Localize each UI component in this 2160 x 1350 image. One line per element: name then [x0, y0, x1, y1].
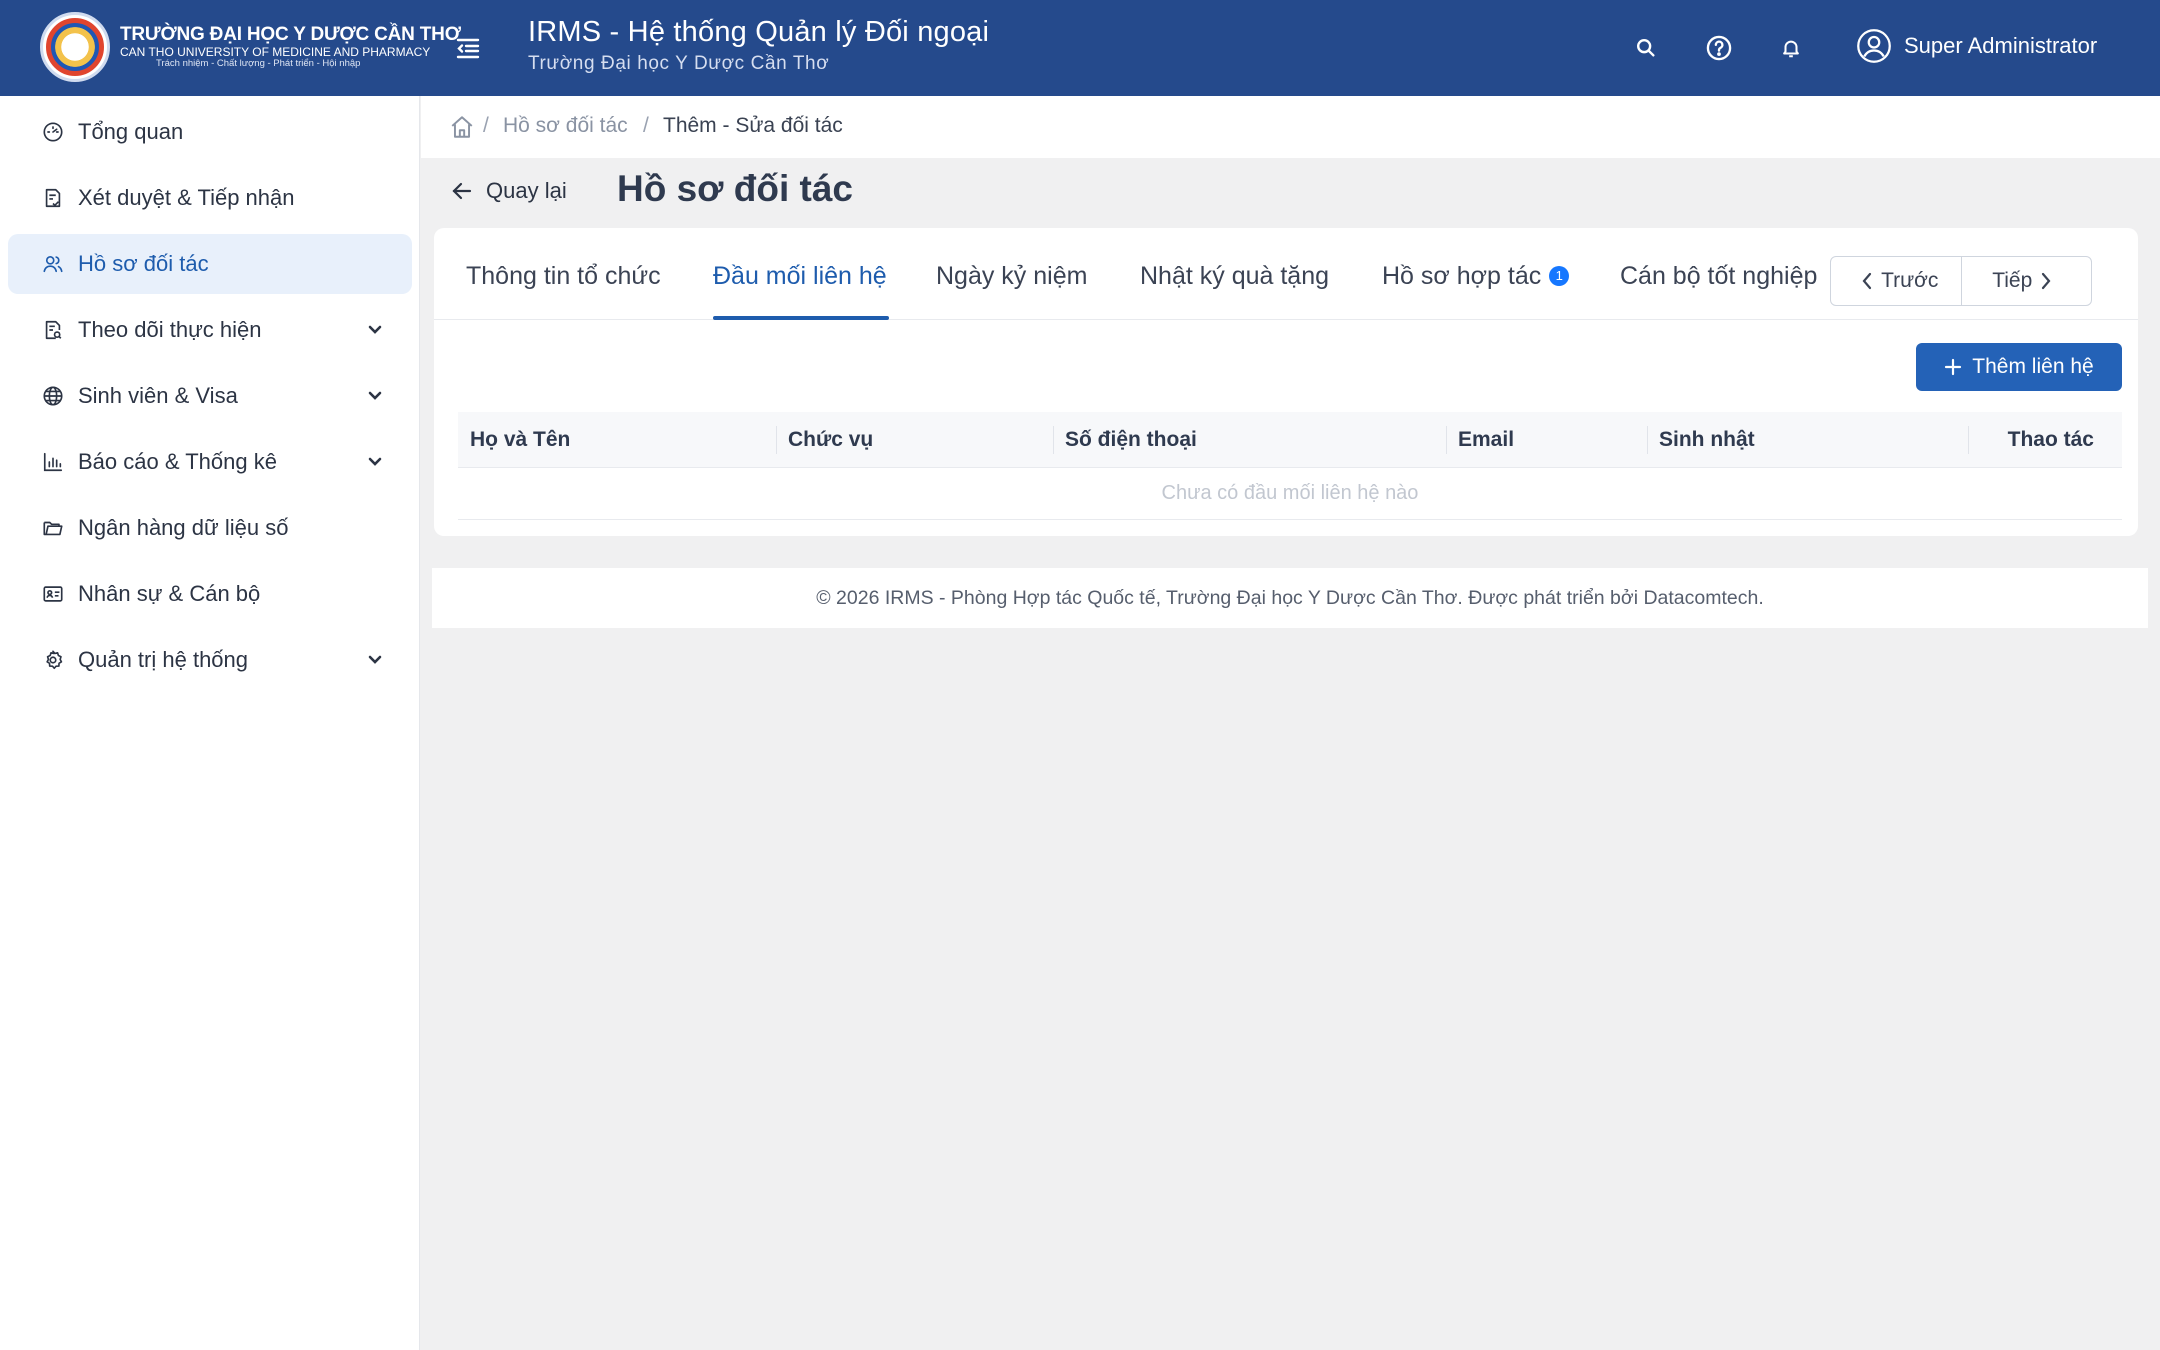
tab-gift-log[interactable]: Nhật ký quà tặng: [1140, 262, 1329, 291]
sidebar-item-label: Quản trị hệ thống: [78, 647, 249, 672]
column-header-email[interactable]: Email: [1446, 412, 1514, 468]
next-tab-button[interactable]: Tiếp: [1960, 257, 2092, 305]
contacts-table: Họ và Tên Chức vụ Số điện thoại Email Si…: [458, 412, 2122, 520]
sidebar-item-partner-profiles[interactable]: Hồ sơ đối tác: [8, 234, 412, 294]
tab-graduated-staff[interactable]: Cán bộ tốt nghiệp: [1620, 262, 1817, 291]
gear-icon: [40, 647, 66, 673]
university-logo[interactable]: TRƯỜNG ĐẠI HỌC Y DƯỢC CẦN THƠ CAN THO UN…: [40, 12, 461, 82]
app-subtitle: Trường Đại học Y Dược Cần Thơ: [528, 53, 830, 74]
table-empty-state: Chưa có đầu mối liên hệ nào: [458, 468, 2122, 520]
sidebar-toggle-button[interactable]: [452, 32, 484, 64]
users-icon: [40, 251, 66, 277]
tab-contacts[interactable]: Đầu mối liên hệ: [713, 262, 887, 291]
count-badge: 1: [1549, 265, 1570, 286]
sidebar-item-label: Hồ sơ đối tác: [78, 251, 209, 276]
breadcrumb-partner-profiles[interactable]: Hồ sơ đối tác: [503, 114, 628, 138]
sidebar-item-review[interactable]: Xét duyệt & Tiếp nhận: [8, 168, 412, 228]
sidebar-item-students-visa[interactable]: Sinh viên & Visa: [8, 366, 412, 426]
notifications-button[interactable]: [1773, 30, 1809, 66]
sidebar-item-system-admin[interactable]: Quản trị hệ thống: [8, 630, 412, 690]
id-card-icon: [40, 581, 66, 607]
next-label: Tiếp: [1992, 269, 2033, 292]
sidebar-item-overview[interactable]: Tổng quan: [8, 102, 412, 162]
breadcrumb-current: Thêm - Sửa đối tác: [663, 114, 843, 137]
chevron-left-icon: [1862, 272, 1872, 290]
sidebar-item-label: Sinh viên & Visa: [78, 383, 238, 408]
tab-bar: Thông tin tổ chức Đầu mối liên hệ Ngày k…: [434, 228, 2138, 320]
chevron-down-icon: [364, 451, 386, 473]
user-name: Super Administrator: [1904, 33, 2098, 58]
page-title: Hồ sơ đối tác: [617, 168, 854, 209]
breadcrumb-separator: /: [483, 114, 489, 137]
table-header: Họ và Tên Chức vụ Số điện thoại Email Si…: [458, 412, 2122, 468]
tab-anniversaries[interactable]: Ngày kỷ niệm: [936, 262, 1087, 291]
breadcrumb: / Hồ sơ đối tác / Thêm - Sửa đối tác: [421, 96, 2160, 158]
sidebar-item-label: Theo dõi thực hiện: [78, 317, 262, 342]
document-search-icon: [40, 317, 66, 343]
dashboard-icon: [40, 119, 66, 145]
active-tab-indicator: [713, 316, 889, 320]
help-button[interactable]: [1701, 30, 1737, 66]
university-seal-icon: [40, 12, 110, 82]
sidebar-item-label: Xét duyệt & Tiếp nhận: [78, 185, 295, 210]
sidebar-item-tracking[interactable]: Theo dõi thực hiện: [8, 300, 412, 360]
prev-tab-button[interactable]: Trước: [1831, 257, 1961, 305]
prev-label: Trước: [1881, 269, 1939, 292]
top-header: TRƯỜNG ĐẠI HỌC Y DƯỢC CẦN THƠ CAN THO UN…: [0, 0, 2160, 96]
chevron-down-icon: [364, 649, 386, 671]
sidebar: Tổng quan Xét duyệt & Tiếp nhận Hồ sơ đố…: [0, 96, 420, 1350]
sidebar-item-digital-data-bank[interactable]: Ngân hàng dữ liệu số: [8, 498, 412, 558]
home-icon[interactable]: [449, 114, 475, 140]
menu-collapse-icon: [456, 38, 480, 59]
tab-label: Hồ sơ hợp tác: [1382, 262, 1542, 290]
plus-icon: [1945, 358, 1962, 376]
sidebar-item-personnel[interactable]: Nhân sự & Cán bộ: [8, 564, 412, 624]
search-icon: [1637, 39, 1655, 57]
column-header-phone[interactable]: Số điện thoại: [1053, 412, 1197, 468]
back-button-label: Quay lại: [486, 178, 567, 203]
sidebar-item-reports[interactable]: Báo cáo & Thống kê: [8, 432, 412, 492]
tab-cooperation-records[interactable]: Hồ sơ hợp tác 1: [1382, 262, 1570, 291]
logo-line-2: CAN THO UNIVERSITY OF MEDICINE AND PHARM…: [120, 44, 431, 59]
add-contact-label: Thêm liên hệ: [1972, 355, 2094, 378]
tab-organization-info[interactable]: Thông tin tổ chức: [466, 262, 661, 291]
tab-pager: Trước Tiếp: [1830, 256, 2092, 306]
back-button[interactable]: Quay lại: [452, 178, 567, 204]
bar-chart-icon: [40, 449, 66, 475]
breadcrumb-separator: /: [643, 114, 649, 137]
add-contact-button[interactable]: Thêm liên hệ: [1916, 343, 2122, 391]
document-check-icon: [40, 185, 66, 211]
column-header-name[interactable]: Họ và Tên: [470, 412, 570, 468]
logo-line-3: Trách nhiệm - Chất lượng - Phát triển - …: [156, 58, 361, 70]
sidebar-item-label: Tổng quan: [78, 119, 184, 144]
page-footer: © 2026 IRMS - Phòng Hợp tác Quốc tế, Trư…: [432, 568, 2148, 628]
logo-line-1: TRƯỜNG ĐẠI HỌC Y DƯỢC CẦN THƠ: [120, 23, 461, 45]
column-header-position[interactable]: Chức vụ: [776, 412, 873, 468]
search-button[interactable]: [1628, 30, 1664, 66]
globe-icon: [40, 383, 66, 409]
chevron-down-icon: [364, 385, 386, 407]
sidebar-item-label: Ngân hàng dữ liệu số: [78, 515, 289, 540]
column-header-birthday[interactable]: Sinh nhật: [1647, 412, 1755, 468]
arrow-left-icon: [452, 182, 472, 200]
help-icon: [1706, 35, 1732, 61]
column-header-actions: Thao tác: [1968, 412, 2122, 468]
partner-profile-card: Thông tin tổ chức Đầu mối liên hệ Ngày k…: [434, 228, 2138, 536]
folder-icon: [40, 515, 66, 541]
sidebar-item-label: Báo cáo & Thống kê: [78, 449, 277, 474]
sidebar-item-label: Nhân sự & Cán bộ: [78, 581, 261, 606]
chevron-down-icon: [364, 319, 386, 341]
user-menu[interactable]: Super Administrator: [1856, 28, 2097, 64]
chevron-right-icon: [2042, 272, 2051, 290]
app-title: IRMS - Hệ thống Quản lý Đối ngoại: [528, 16, 990, 48]
user-circle-icon: [1857, 29, 1891, 63]
bell-icon: [1783, 40, 1799, 58]
